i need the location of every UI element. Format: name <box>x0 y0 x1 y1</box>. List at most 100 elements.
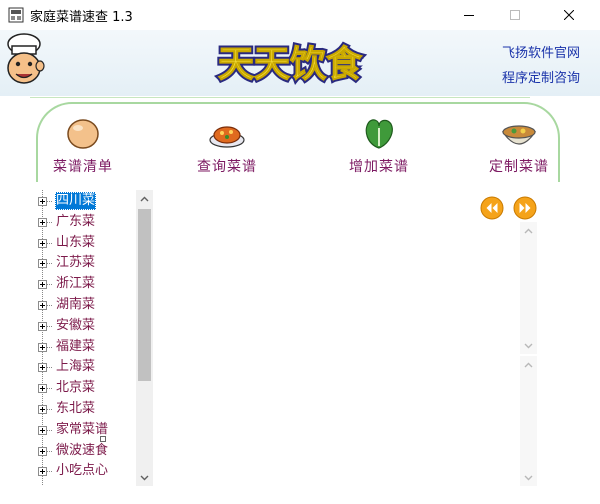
expand-plus-icon[interactable] <box>38 405 47 414</box>
cuisine-tree[interactable]: 四川菜广东菜山东菜江苏菜浙江菜湖南菜安徽菜福建菜上海菜北京菜东北菜家常菜谱微波速… <box>28 190 136 486</box>
minimize-button[interactable] <box>446 0 492 30</box>
svg-text:天天饮食: 天天饮食 <box>218 43 363 85</box>
tree-item[interactable]: 浙江菜 <box>28 273 136 293</box>
tree-item[interactable]: 微波速食 <box>28 440 136 460</box>
tree-item[interactable]: 家常菜谱 <box>28 419 136 439</box>
chevron-up-icon <box>524 362 533 367</box>
nav-search-recipe-label: 查询菜谱 <box>197 159 257 175</box>
tree-item-label: 广东菜 <box>56 213 96 229</box>
nav-custom-recipe[interactable]: 定制菜谱 <box>464 116 574 182</box>
tree-item-label: 小吃点心 <box>56 463 109 479</box>
tree-item-label: 福建菜 <box>56 338 96 354</box>
detail-scrollbar-top[interactable] <box>520 222 537 354</box>
scroll-up-arrow[interactable] <box>520 222 537 239</box>
mouse-cursor-icon <box>100 436 106 442</box>
tree-item[interactable]: 江苏菜 <box>28 252 136 272</box>
tree-item[interactable]: 上海菜 <box>28 356 136 376</box>
tree-item-label: 安徽菜 <box>56 317 96 333</box>
expand-plus-icon[interactable] <box>38 259 47 269</box>
tree-item[interactable]: 四川菜 <box>28 190 136 210</box>
expand-plus-icon[interactable] <box>38 467 47 477</box>
nav-recipe-list[interactable]: 菜谱清单 <box>28 116 138 182</box>
previous-button[interactable] <box>480 196 504 220</box>
window-title: 家庭菜谱速查 1.3 <box>30 10 133 25</box>
official-site-link[interactable]: 飞扬软件官网 <box>502 42 580 61</box>
tree-item[interactable]: 湖南菜 <box>28 294 136 314</box>
expand-plus-icon[interactable] <box>38 363 47 373</box>
detail-scrollbar-bottom[interactable] <box>520 356 537 486</box>
banner: 天天饮食 天天饮食 飞扬软件官网 程序定制咨询 <box>0 30 600 96</box>
next-button[interactable] <box>513 196 537 220</box>
tree-branch-line <box>47 346 53 348</box>
nav-custom-recipe-label: 定制菜谱 <box>489 159 549 175</box>
expand-plus-icon[interactable] <box>38 280 47 290</box>
tree-branch-line <box>47 221 53 223</box>
tree-item[interactable]: 福建菜 <box>28 336 136 356</box>
tree-item-label: 浙江菜 <box>56 276 96 292</box>
tree-item-label: 东北菜 <box>56 401 96 416</box>
nav-add-recipe-label: 增加菜谱 <box>349 159 409 175</box>
title-bar: 家庭菜谱速查 1.3 <box>0 0 600 30</box>
tree-branch-line <box>47 409 53 410</box>
tree-item-label: 微波速食 <box>56 442 109 458</box>
egg-icon <box>67 119 99 149</box>
maximize-button[interactable] <box>492 0 538 30</box>
tree-item-label: 北京菜 <box>56 380 96 396</box>
scroll-thumb[interactable] <box>138 209 151 381</box>
tree-branch-line <box>47 305 53 306</box>
expand-plus-icon[interactable] <box>38 425 47 435</box>
nav-recipe-list-label: 菜谱清单 <box>53 159 113 175</box>
app-icon <box>8 7 24 23</box>
scroll-down-arrow[interactable] <box>520 469 537 486</box>
tree-item[interactable]: 小吃点心 <box>28 460 136 480</box>
tree-branch-line <box>47 450 53 452</box>
tree-item-label: 上海菜 <box>56 359 96 375</box>
expand-plus-icon[interactable] <box>38 321 47 331</box>
scroll-up-arrow[interactable] <box>136 190 153 207</box>
tree-branch-line <box>47 471 53 473</box>
chevron-down-icon <box>524 475 533 480</box>
tree-branch-line <box>47 242 53 244</box>
tree-item-label: 山东菜 <box>56 234 96 250</box>
nav-search-recipe[interactable]: 查询菜谱 <box>172 116 282 182</box>
tree-scrollbar[interactable] <box>136 190 153 486</box>
nav-add-recipe[interactable]: 增加菜谱 <box>324 116 434 182</box>
minimize-icon <box>464 15 474 16</box>
tree-branch-line <box>47 367 53 369</box>
expand-plus-icon[interactable] <box>38 301 47 310</box>
chevron-up-icon <box>524 228 533 233</box>
expand-plus-icon[interactable] <box>38 446 47 456</box>
tree-branch-line <box>47 325 53 327</box>
expand-plus-icon[interactable] <box>38 238 47 248</box>
scroll-up-arrow[interactable] <box>520 356 537 373</box>
tree-item[interactable]: 安徽菜 <box>28 315 136 335</box>
expand-plus-icon[interactable] <box>38 217 47 227</box>
tree-item[interactable]: 广东菜 <box>28 211 136 231</box>
custom-program-link[interactable]: 程序定制咨询 <box>502 67 580 86</box>
tree-item-label: 四川菜 <box>55 192 97 210</box>
tree-branch-line <box>47 201 53 202</box>
tree-item-label: 湖南菜 <box>56 297 96 312</box>
expand-plus-icon[interactable] <box>38 197 47 206</box>
tree-branch-line <box>47 263 53 265</box>
tree-branch-line <box>47 388 53 390</box>
vegetable-icon <box>365 119 393 149</box>
expand-plus-icon[interactable] <box>38 342 47 352</box>
scroll-down-arrow[interactable] <box>520 337 537 354</box>
chevron-down-icon <box>524 343 533 348</box>
tree-item[interactable]: 东北菜 <box>28 398 136 418</box>
nav-divider <box>30 97 530 98</box>
scroll-down-arrow[interactable] <box>136 469 153 486</box>
dish-icon <box>209 126 245 148</box>
bowl-icon <box>501 125 537 145</box>
tree-item[interactable]: 山东菜 <box>28 232 136 252</box>
close-button[interactable] <box>546 0 592 30</box>
expand-plus-icon[interactable] <box>38 384 47 394</box>
tree-item[interactable]: 北京菜 <box>28 377 136 397</box>
chef-mascot-icon <box>7 33 45 84</box>
tree-item-label: 江苏菜 <box>56 255 96 271</box>
close-icon <box>564 10 574 20</box>
chevron-up-icon <box>140 196 149 201</box>
chevron-down-icon <box>140 475 149 480</box>
maximize-icon <box>510 10 520 20</box>
